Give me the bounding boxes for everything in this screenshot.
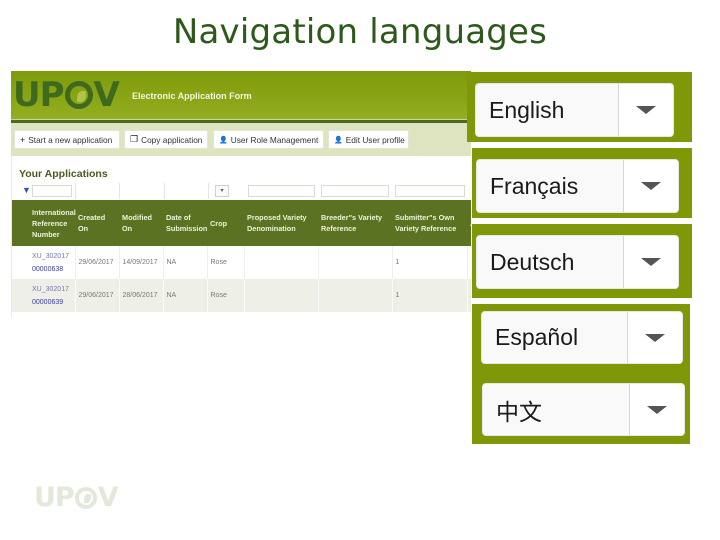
crop-cell: Rose xyxy=(207,246,245,279)
table-row[interactable]: XU_302017 00000639 29/06/2017 28/06/2017… xyxy=(12,279,471,312)
upov-logo: UP V xyxy=(13,75,120,115)
column-separator xyxy=(119,183,120,199)
column-header[interactable]: Crop xyxy=(207,200,244,246)
language-label: Deutsch xyxy=(490,248,575,275)
filter-breeder-ref-input[interactable] xyxy=(321,185,389,197)
submission-cell: NA xyxy=(163,246,208,279)
language-select-french[interactable]: Français xyxy=(476,159,679,213)
language-select-english[interactable]: English xyxy=(475,83,674,137)
edit-user-profile-button[interactable]: 👤 Edit User profile xyxy=(328,130,409,149)
footer-upov-logo: UP V xyxy=(34,482,119,513)
crop-cell: Rose xyxy=(207,279,245,312)
caret-down-icon xyxy=(647,405,667,414)
column-separator xyxy=(75,183,76,199)
dropdown-toggle[interactable] xyxy=(623,160,678,212)
caret-down-icon xyxy=(641,258,661,266)
column-header[interactable]: Modified On xyxy=(119,200,163,246)
leaf-o-icon xyxy=(64,81,93,109)
submitter-ref-cell: 1 xyxy=(392,246,468,279)
section-title: Your Applications xyxy=(19,168,108,180)
denomination-cell xyxy=(244,246,319,279)
created-cell: 29/06/2017 xyxy=(75,246,120,279)
filter-icon[interactable]: ▼ xyxy=(22,185,31,195)
column-header[interactable]: Created On xyxy=(75,200,119,246)
slide-title: Navigation languages xyxy=(172,12,548,52)
column-header[interactable]: Breeder"s Variety Reference xyxy=(318,200,392,246)
column-header[interactable]: Proposed Variety Denomination xyxy=(244,200,318,246)
toolbar: + Start a new application ❐ Copy applica… xyxy=(11,123,471,156)
created-cell: 29/06/2017 xyxy=(75,279,120,312)
language-panel-french: Français xyxy=(472,148,692,218)
dropdown-toggle[interactable] xyxy=(623,236,678,288)
app-header: UP V Electronic Application Form xyxy=(11,71,471,123)
language-label: 中文 xyxy=(496,398,542,425)
modified-cell: 14/09/2017 xyxy=(119,246,164,279)
breeder-ref-cell xyxy=(318,246,393,279)
language-label: Français xyxy=(490,172,579,199)
user-icon: 👤 xyxy=(334,136,343,144)
submitter-ref-cell: 1 xyxy=(392,279,468,312)
column-header[interactable]: Submitter"s Own Variety Reference xyxy=(392,200,467,246)
language-panel-english: English xyxy=(467,72,692,142)
reference-cell[interactable]: XU_302017 00000638 xyxy=(12,246,76,279)
applications-table: International Reference Number Created O… xyxy=(12,200,471,312)
filter-denomination-input[interactable] xyxy=(248,185,315,197)
table-header-row: International Reference Number Created O… xyxy=(12,200,471,246)
reference-cell[interactable]: XU_302017 00000639 xyxy=(12,279,76,312)
column-separator xyxy=(164,183,165,199)
reference-link[interactable]: 00000638 xyxy=(32,266,63,273)
dropdown-toggle[interactable] xyxy=(618,84,673,136)
app-screenshot: UP V Electronic Application Form + Start … xyxy=(11,71,471,317)
copy-application-button[interactable]: ❐ Copy application xyxy=(124,130,208,149)
user-icon: 👤 xyxy=(219,136,228,144)
denomination-cell xyxy=(244,279,319,312)
start-new-application-button[interactable]: + Start a new application xyxy=(14,130,120,149)
language-label: English xyxy=(489,96,565,123)
caret-down-icon xyxy=(641,182,661,190)
language-select-spanish[interactable]: Español xyxy=(481,311,683,364)
caret-down-icon xyxy=(645,333,665,342)
filter-reference-input[interactable] xyxy=(32,185,72,197)
extra-cell: C xyxy=(467,246,471,279)
submission-cell: NA xyxy=(163,279,208,312)
caret-down-icon xyxy=(636,106,656,114)
language-label: Español xyxy=(495,324,579,350)
app-title: Electronic Application Form xyxy=(132,91,252,101)
column-header[interactable]: International Reference Number xyxy=(12,200,76,246)
table-row[interactable]: XU_302017 00000638 29/06/2017 14/09/2017… xyxy=(12,246,471,279)
filter-submitter-ref-input[interactable] xyxy=(395,185,465,197)
breeder-ref-cell xyxy=(318,279,393,312)
column-separator xyxy=(208,183,209,199)
language-panel-german: Deutsch xyxy=(472,224,692,298)
column-header[interactable]: Date of Submission xyxy=(163,200,207,246)
copy-icon: ❐ xyxy=(130,134,139,144)
language-select-german[interactable]: Deutsch xyxy=(476,235,679,289)
reference-link[interactable]: 00000639 xyxy=(32,299,63,306)
filter-row: ▼ ▾ xyxy=(12,183,471,199)
dropdown-toggle[interactable] xyxy=(627,312,682,363)
column-header[interactable]: A xyxy=(467,200,471,246)
modified-cell: 28/06/2017 xyxy=(119,279,164,312)
language-panel-spanish-chinese: Español 中文 xyxy=(472,304,690,444)
leaf-o-icon xyxy=(74,486,97,509)
filter-date-dropdown[interactable]: ▾ xyxy=(215,185,229,197)
user-role-management-button[interactable]: 👤 User Role Management xyxy=(213,130,324,149)
applications-panel: Your Applications ▼ ▾ International Refe… xyxy=(11,156,471,317)
extra-cell: A xyxy=(467,279,471,312)
language-select-chinese[interactable]: 中文 xyxy=(482,383,685,436)
plus-icon: + xyxy=(20,134,26,145)
dropdown-toggle[interactable] xyxy=(629,384,684,435)
